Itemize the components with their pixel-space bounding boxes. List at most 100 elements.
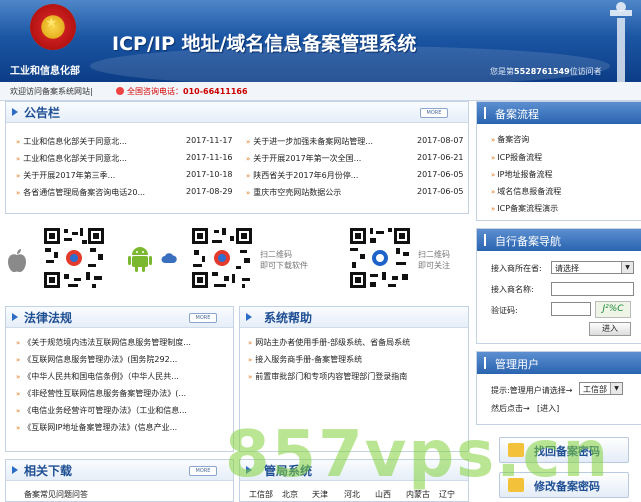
flow-item[interactable]: » ICP报备流程 — [491, 152, 542, 163]
flow-title: 备案流程 — [495, 108, 539, 121]
welcome-text: 欢迎访问备案系统网站| — [10, 87, 93, 96]
notice-date: 2017-11-17 — [186, 136, 233, 145]
captcha-label: 验证码: — [491, 306, 518, 315]
admin-bureau-select[interactable]: 工信部 ▼ — [579, 382, 623, 395]
dropdown-arrow-icon: ▼ — [610, 383, 622, 394]
law-item[interactable]: » 《中华人民共和国电信条例》（中华人民共... — [16, 371, 228, 382]
flow-item[interactable]: » ICP备案流程演示 — [491, 203, 558, 214]
header-bar-decoration — [484, 357, 486, 369]
help-item[interactable]: » 接入服务商手册-备案管理系统 — [248, 354, 463, 365]
help-item[interactable]: » 网站主办者使用手册-部级系统、省备局系统 — [248, 337, 463, 348]
notice-date: 2017-10-18 — [186, 170, 233, 179]
law-item[interactable]: » 《关于规范境内违法互联网信息服务管理制度... — [16, 337, 228, 348]
flow-item[interactable]: » 域名信息报备流程 — [491, 186, 561, 197]
notice-item[interactable]: » 重庆市空壳网站数据公示 — [246, 187, 406, 198]
admin-enter-link[interactable]: [进入] — [537, 403, 559, 414]
law-item[interactable]: » 《电信业务经营许可管理办法》（工业和信息... — [16, 405, 228, 416]
law-item[interactable]: » 《互联网信息服务管理办法》(国务院292... — [16, 354, 228, 365]
admin-title: 管理用户 — [495, 358, 539, 371]
download-item[interactable]: 备案常见问题问答 — [24, 489, 224, 500]
bullet-icon: » — [246, 172, 251, 180]
notice-item[interactable]: » 陕西省关于2017年6月份停... — [246, 170, 406, 181]
triangle-bullet-icon — [12, 313, 18, 321]
flow-item[interactable]: » IP地址报备流程 — [491, 169, 552, 180]
notice-more-button[interactable]: MORE — [420, 108, 448, 118]
notice-title: 公告栏 — [24, 106, 61, 120]
bullet-icon: » — [16, 189, 21, 197]
bullet-icon: » — [491, 205, 496, 213]
download-qr-tip: 扫二维码 即可下载软件 — [260, 250, 308, 270]
visitor-count: 5528761549 — [514, 67, 570, 76]
site-title: ICP/IP 地址/域名信息备案管理系统 — [112, 33, 417, 55]
law-item[interactable]: » 《非经营性互联网信息服务备案管理办法》(... — [16, 388, 228, 399]
hotline: 全国咨询电话：010-66411166 — [116, 86, 248, 96]
bullet-icon: » — [246, 138, 251, 146]
bullet-icon: » — [491, 171, 496, 179]
android-icon[interactable] — [127, 244, 153, 272]
triangle-bullet-icon — [12, 108, 18, 116]
notice-item[interactable]: » 关于进一步加强未备案网站管理... — [246, 136, 406, 147]
notice-item[interactable]: » 关于开展2017年第三季... — [16, 170, 166, 181]
bullet-icon: » — [248, 373, 253, 381]
bullet-icon: » — [16, 424, 21, 432]
nav-header: 自行备案导航 — [477, 229, 641, 251]
bullet-icon: » — [246, 189, 251, 197]
dropdown-arrow-icon: ▼ — [621, 262, 633, 273]
flow-item[interactable]: » 备案咨询 — [491, 134, 529, 145]
downloads-panel: 相关下载 MORE 备案常见问题问答 — [5, 459, 234, 502]
watermark: 857vps.cn — [225, 418, 611, 492]
sub-navigation-bar — [0, 82, 641, 101]
provider-name-input[interactable] — [551, 282, 634, 296]
bullet-icon: » — [248, 339, 253, 347]
bullet-icon: » — [491, 154, 496, 162]
help-item[interactable]: » 前置审批部门和专项内容管理部门登录指南 — [248, 371, 463, 382]
notice-item[interactable]: » 工业和信息化部关于同意北... — [16, 136, 166, 147]
nav-title: 自行备案导航 — [495, 235, 561, 248]
laws-header: 法律法规 MORE — [6, 307, 233, 328]
apple-icon[interactable] — [6, 248, 28, 274]
bullet-icon: » — [16, 356, 21, 364]
bullet-icon: » — [16, 138, 21, 146]
header-bar-decoration — [484, 107, 486, 119]
notice-item[interactable]: » 各省通信管理局备案咨询电话20... — [16, 187, 166, 198]
hotline-number: 010-66411166 — [183, 87, 248, 96]
self-filing-nav-panel: 自行备案导航 接入商所在省: 请选择 ▼ 接入商名称: 验证码: J²%C 进入 — [476, 228, 641, 344]
captcha-input[interactable] — [551, 302, 591, 316]
bullet-icon: » — [246, 155, 251, 163]
bullet-icon: » — [491, 136, 496, 144]
downloads-header: 相关下载 MORE — [6, 460, 233, 481]
bullet-icon: » — [16, 407, 21, 415]
help-header: 系统帮助 — [240, 307, 468, 328]
law-item[interactable]: » 《互联网IP地址备案管理办法》(信息产业... — [16, 422, 228, 433]
triangle-bullet-icon — [12, 466, 18, 474]
cloud-download-icon[interactable] — [161, 252, 177, 264]
bullet-icon: » — [16, 339, 21, 347]
bullet-icon: » — [16, 172, 21, 180]
laws-panel: 法律法规 MORE » 《关于规范境内违法互联网信息服务管理制度... » 《互联网… — [5, 306, 234, 452]
bullet-icon: » — [248, 356, 253, 364]
flow-header: 备案流程 — [477, 102, 641, 124]
ministry-name: 工业和信息化部 — [10, 66, 80, 77]
location-label: 接入商所在省: — [491, 264, 542, 273]
enter-button[interactable]: 进入 — [589, 322, 631, 336]
laws-more-button[interactable]: MORE — [189, 313, 217, 323]
notice-date: 2017-11-16 — [186, 153, 233, 162]
ios-download-qr-code — [42, 226, 106, 290]
notice-date: 2017-06-21 — [417, 153, 464, 162]
location-select[interactable]: 请选择 ▼ — [551, 261, 634, 274]
downloads-more-button[interactable]: MORE — [189, 466, 217, 476]
notice-item[interactable]: » 关于开展2017年第一次全国... — [246, 153, 406, 164]
notice-header: 公告栏 MORE — [6, 102, 468, 123]
captcha-image[interactable]: J²%C — [595, 301, 631, 318]
huabiao-pillar-icon — [610, 2, 632, 82]
admin-header: 管理用户 — [477, 352, 641, 374]
notice-panel: 公告栏 MORE » 工业和信息化部关于同意北... 2017-11-17 » 关于… — [5, 101, 469, 214]
bullet-icon: » — [16, 373, 21, 381]
notice-date: 2017-06-05 — [417, 187, 464, 196]
notice-item[interactable]: » 工业和信息化部关于同意北... — [16, 153, 166, 164]
wechat-follow-qr-code — [348, 226, 412, 290]
bullet-icon: » — [16, 155, 21, 163]
follow-qr-tip: 扫二维码 即可关注 — [418, 250, 450, 270]
national-emblem-icon: ★ — [30, 4, 76, 50]
triangle-bullet-icon — [246, 313, 252, 321]
